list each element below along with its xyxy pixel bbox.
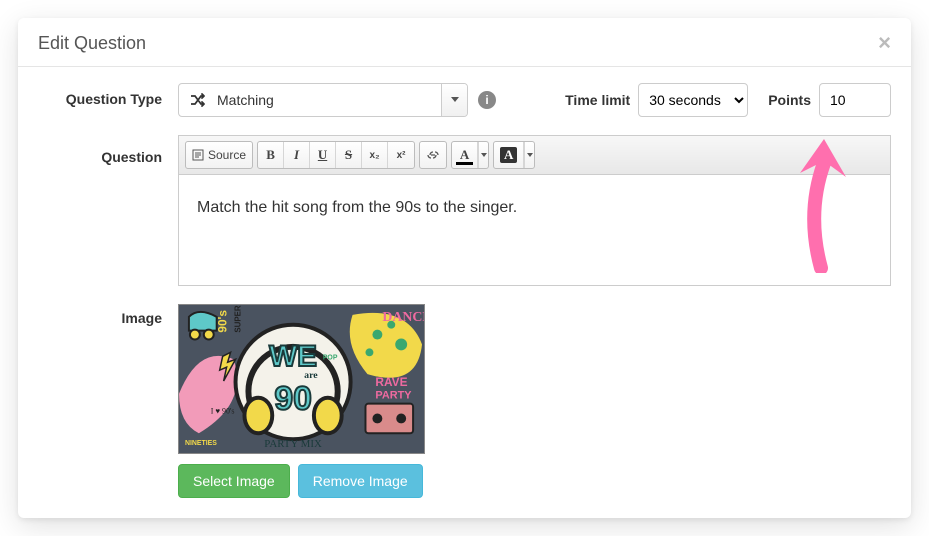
svg-text:NINETIES: NINETIES (185, 440, 217, 447)
modal-header: Edit Question × (18, 18, 911, 67)
subscript-button[interactable]: x₂ (362, 142, 388, 168)
modal-title: Edit Question (38, 33, 146, 54)
svg-text:POP: POP (323, 354, 338, 361)
time-limit-select[interactable]: 30 seconds (638, 83, 748, 117)
underline-button[interactable]: U (310, 142, 336, 168)
points-input[interactable] (819, 83, 891, 117)
time-limit-label: Time limit (565, 92, 630, 108)
chevron-down-icon[interactable] (441, 84, 467, 116)
row-image: Image (38, 304, 891, 498)
svg-text:SUPER HITS: SUPER HITS (233, 305, 242, 333)
svg-text:RAVE: RAVE (375, 375, 407, 389)
bg-color-button[interactable]: A (494, 142, 524, 168)
row-question: Question Source B I U (38, 135, 891, 286)
info-icon[interactable]: i (478, 91, 496, 109)
image-thumbnail: WE are 90 POP DANCE RAVE PARTY PARTY MIX… (178, 304, 425, 454)
points-label: Points (768, 92, 811, 108)
edit-question-modal: Edit Question × Question Type Matching (18, 18, 911, 518)
editor-toolbar: Source B I U S x₂ x² (179, 136, 890, 175)
question-type-label: Question Type (38, 83, 178, 107)
editor-body[interactable]: Match the hit song from the 90s to the s… (179, 175, 890, 285)
bold-button[interactable]: B (258, 142, 284, 168)
svg-text:are: are (304, 370, 318, 381)
bg-color-caret[interactable] (524, 142, 534, 168)
question-type-dropdown[interactable]: Matching (178, 83, 468, 117)
svg-text:I ♥ 90's: I ♥ 90's (211, 407, 235, 416)
question-label: Question (38, 135, 178, 165)
remove-image-button[interactable]: Remove Image (298, 464, 423, 498)
svg-text:DANCE: DANCE (382, 309, 424, 324)
question-type-main[interactable]: Matching (179, 84, 441, 116)
svg-text:90: 90 (274, 381, 312, 418)
text-color-caret[interactable] (478, 142, 488, 168)
image-content: WE are 90 POP DANCE RAVE PARTY PARTY MIX… (178, 304, 891, 498)
superscript-button[interactable]: x² (388, 142, 414, 168)
row-question-type: Question Type Matching i (38, 83, 891, 117)
link-icon (426, 150, 440, 160)
close-icon[interactable]: × (878, 32, 891, 54)
svg-text:PARTY MIX: PARTY MIX (264, 438, 322, 450)
text-color-button[interactable]: A (452, 142, 478, 168)
question-type-content: Matching i Time limit 30 seconds Points (178, 83, 891, 117)
svg-text:PARTY: PARTY (375, 390, 412, 402)
source-icon (192, 149, 204, 161)
svg-text:WE: WE (269, 340, 317, 373)
strike-button[interactable]: S (336, 142, 362, 168)
shuffle-icon (191, 93, 207, 107)
modal-body: Question Type Matching i (18, 67, 911, 498)
image-buttons: Select Image Remove Image (178, 464, 891, 498)
link-button[interactable] (420, 142, 446, 168)
select-image-button[interactable]: Select Image (178, 464, 290, 498)
source-button[interactable]: Source (186, 142, 252, 168)
svg-text:90's: 90's (216, 310, 230, 333)
rich-text-editor: Source B I U S x₂ x² (178, 135, 891, 286)
question-type-selected: Matching (217, 92, 274, 108)
italic-button[interactable]: I (284, 142, 310, 168)
image-label: Image (38, 304, 178, 326)
question-editor-wrap: Source B I U S x₂ x² (178, 135, 891, 286)
